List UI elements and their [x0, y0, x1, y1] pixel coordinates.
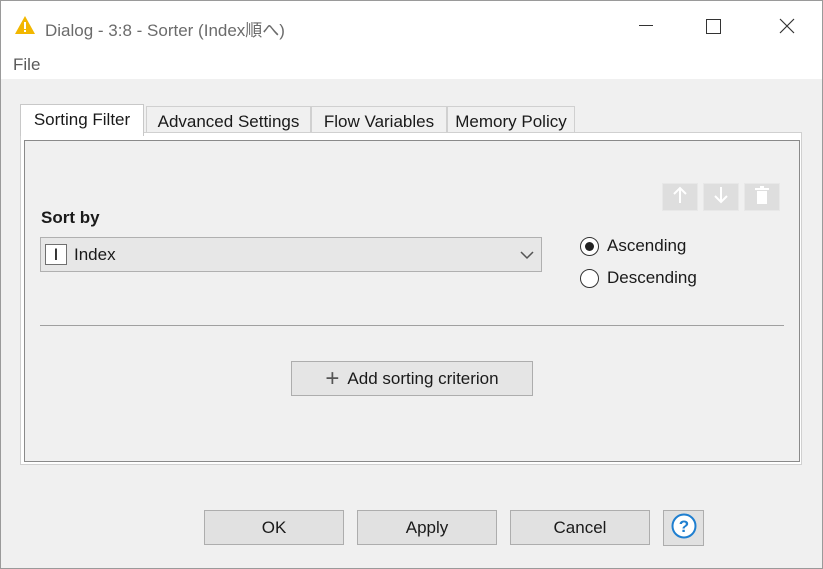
- delete-button[interactable]: [744, 183, 780, 211]
- descending-label: Descending: [607, 268, 697, 287]
- tab-panel: Sort by I Index Ascending Descending + A…: [20, 132, 802, 465]
- ascending-option[interactable]: Ascending: [580, 234, 686, 258]
- cancel-button[interactable]: Cancel: [510, 510, 650, 545]
- ok-button[interactable]: OK: [204, 510, 344, 545]
- warning-triangle-icon: [14, 15, 36, 35]
- tab-advanced-settings[interactable]: Advanced Settings: [146, 106, 311, 135]
- trash-icon: [754, 185, 770, 209]
- move-up-button[interactable]: [662, 183, 698, 211]
- ascending-radio[interactable]: [580, 236, 599, 256]
- arrow-up-icon: [672, 186, 688, 209]
- menu-bar: File: [1, 51, 822, 79]
- tab-memory-policy[interactable]: Memory Policy: [447, 106, 575, 135]
- add-sorting-criterion-button[interactable]: + Add sorting criterion: [291, 361, 533, 396]
- help-icon: ?: [671, 513, 697, 544]
- close-button[interactable]: [758, 1, 816, 51]
- window-title: Dialog - 3:8 - Sorter (Index順へ): [45, 21, 285, 40]
- integer-column-type-icon: I: [45, 244, 67, 265]
- tab-flow-variables[interactable]: Flow Variables: [311, 106, 447, 135]
- descending-radio[interactable]: [580, 268, 599, 288]
- help-glyph: ?: [678, 517, 688, 536]
- help-button[interactable]: ?: [663, 510, 704, 546]
- divider: [40, 325, 784, 326]
- sort-column-select[interactable]: I Index: [40, 237, 542, 272]
- tab-sorting-filter[interactable]: Sorting Filter: [20, 104, 144, 136]
- maximize-button[interactable]: [684, 1, 742, 51]
- plus-icon: +: [325, 364, 340, 392]
- apply-button[interactable]: Apply: [357, 510, 497, 545]
- chevron-down-icon: [519, 247, 535, 263]
- selected-column-value: Index: [74, 245, 116, 264]
- sort-by-label: Sort by: [41, 208, 100, 227]
- move-down-button[interactable]: [703, 183, 739, 211]
- ascending-label: Ascending: [607, 236, 687, 255]
- minimize-button[interactable]: [617, 1, 675, 51]
- add-sorting-criterion-label: Add sorting criterion: [347, 368, 499, 388]
- dialog-window: Dialog - 3:8 - Sorter (Index順へ) File Sor…: [0, 0, 823, 569]
- arrow-down-icon: [713, 186, 729, 209]
- sort-criterion-panel: Sort by I Index Ascending Descending + A…: [24, 140, 800, 462]
- title-bar: Dialog - 3:8 - Sorter (Index順へ): [1, 1, 822, 51]
- menu-file[interactable]: File: [13, 55, 40, 75]
- descending-option[interactable]: Descending: [580, 266, 697, 290]
